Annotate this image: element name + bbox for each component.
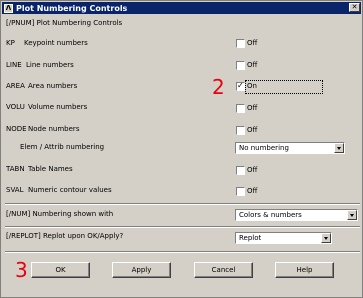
volu-label: Volume numbers bbox=[28, 103, 88, 111]
node-checkbox[interactable] bbox=[236, 126, 245, 135]
kp-code: KP bbox=[6, 39, 15, 47]
dialog-header: [/PNUM] Plot Numbering Controls bbox=[6, 19, 123, 27]
ansys-logo-icon: Λ bbox=[4, 3, 13, 13]
checkmark-icon: ✓ bbox=[237, 81, 244, 90]
area-code: AREA bbox=[6, 82, 25, 90]
sval-state: Off bbox=[247, 187, 258, 195]
num-select[interactable]: Colors & numbers bbox=[235, 209, 358, 221]
volu-code: VOLU bbox=[6, 103, 25, 111]
replot-select[interactable]: Replot bbox=[235, 232, 332, 244]
help-button[interactable]: Help bbox=[275, 262, 334, 278]
sval-checkbox[interactable] bbox=[236, 187, 245, 196]
tabn-label: Table Names bbox=[28, 165, 73, 173]
kp-state: Off bbox=[247, 39, 258, 47]
area-checkbox[interactable]: ✓ bbox=[236, 81, 245, 91]
separator bbox=[5, 203, 360, 205]
elem-attrib-label: Elem / Attrib numbering bbox=[20, 143, 105, 151]
chevron-down-icon[interactable] bbox=[347, 210, 357, 220]
sval-label: Numeric contour values bbox=[28, 186, 112, 194]
elem-attrib-select[interactable]: No numbering bbox=[235, 142, 345, 154]
replot-label: [/REPLOT] Replot upon OK/Apply? bbox=[6, 232, 124, 240]
title-bar[interactable]: Λ Plot Numbering Controls ✕ bbox=[2, 2, 361, 14]
node-state: Off bbox=[247, 126, 258, 134]
annotation-step-2: 2 bbox=[212, 75, 225, 99]
ok-button[interactable]: OK bbox=[31, 262, 90, 278]
line-state: Off bbox=[247, 61, 258, 69]
replot-value: Replot bbox=[239, 234, 262, 242]
separator bbox=[5, 251, 360, 253]
window-title: Plot Numbering Controls bbox=[16, 3, 128, 13]
node-code: NODE bbox=[6, 125, 27, 133]
close-icon[interactable]: ✕ bbox=[349, 3, 360, 12]
kp-checkbox[interactable] bbox=[236, 39, 245, 48]
area-label: Area numbers bbox=[28, 82, 78, 90]
volu-checkbox[interactable] bbox=[236, 104, 245, 113]
line-checkbox[interactable] bbox=[236, 61, 245, 70]
line-code: LINE bbox=[6, 61, 22, 69]
apply-button[interactable]: Apply bbox=[112, 262, 171, 278]
elem-attrib-value: No numbering bbox=[239, 144, 289, 152]
sval-code: SVAL bbox=[6, 186, 24, 194]
num-value: Colors & numbers bbox=[239, 211, 302, 219]
separator bbox=[5, 226, 360, 228]
tabn-checkbox[interactable] bbox=[236, 166, 245, 175]
tabn-state: Off bbox=[247, 166, 258, 174]
annotation-step-3: 3 bbox=[15, 258, 28, 282]
chevron-down-icon[interactable] bbox=[321, 233, 331, 243]
kp-label: Keypoint numbers bbox=[24, 39, 88, 47]
tabn-code: TABN bbox=[6, 165, 25, 173]
plot-numbering-dialog: Λ Plot Numbering Controls ✕ [/PNUM] Plot… bbox=[0, 0, 363, 298]
node-label: Node numbers bbox=[28, 125, 80, 133]
chevron-down-icon[interactable] bbox=[334, 143, 344, 153]
line-label: Line numbers bbox=[26, 61, 74, 69]
num-label: [/NUM] Numbering shown with bbox=[6, 210, 114, 218]
cancel-button[interactable]: Cancel bbox=[194, 262, 253, 278]
volu-state: Off bbox=[247, 104, 258, 112]
area-state: On bbox=[247, 82, 257, 90]
